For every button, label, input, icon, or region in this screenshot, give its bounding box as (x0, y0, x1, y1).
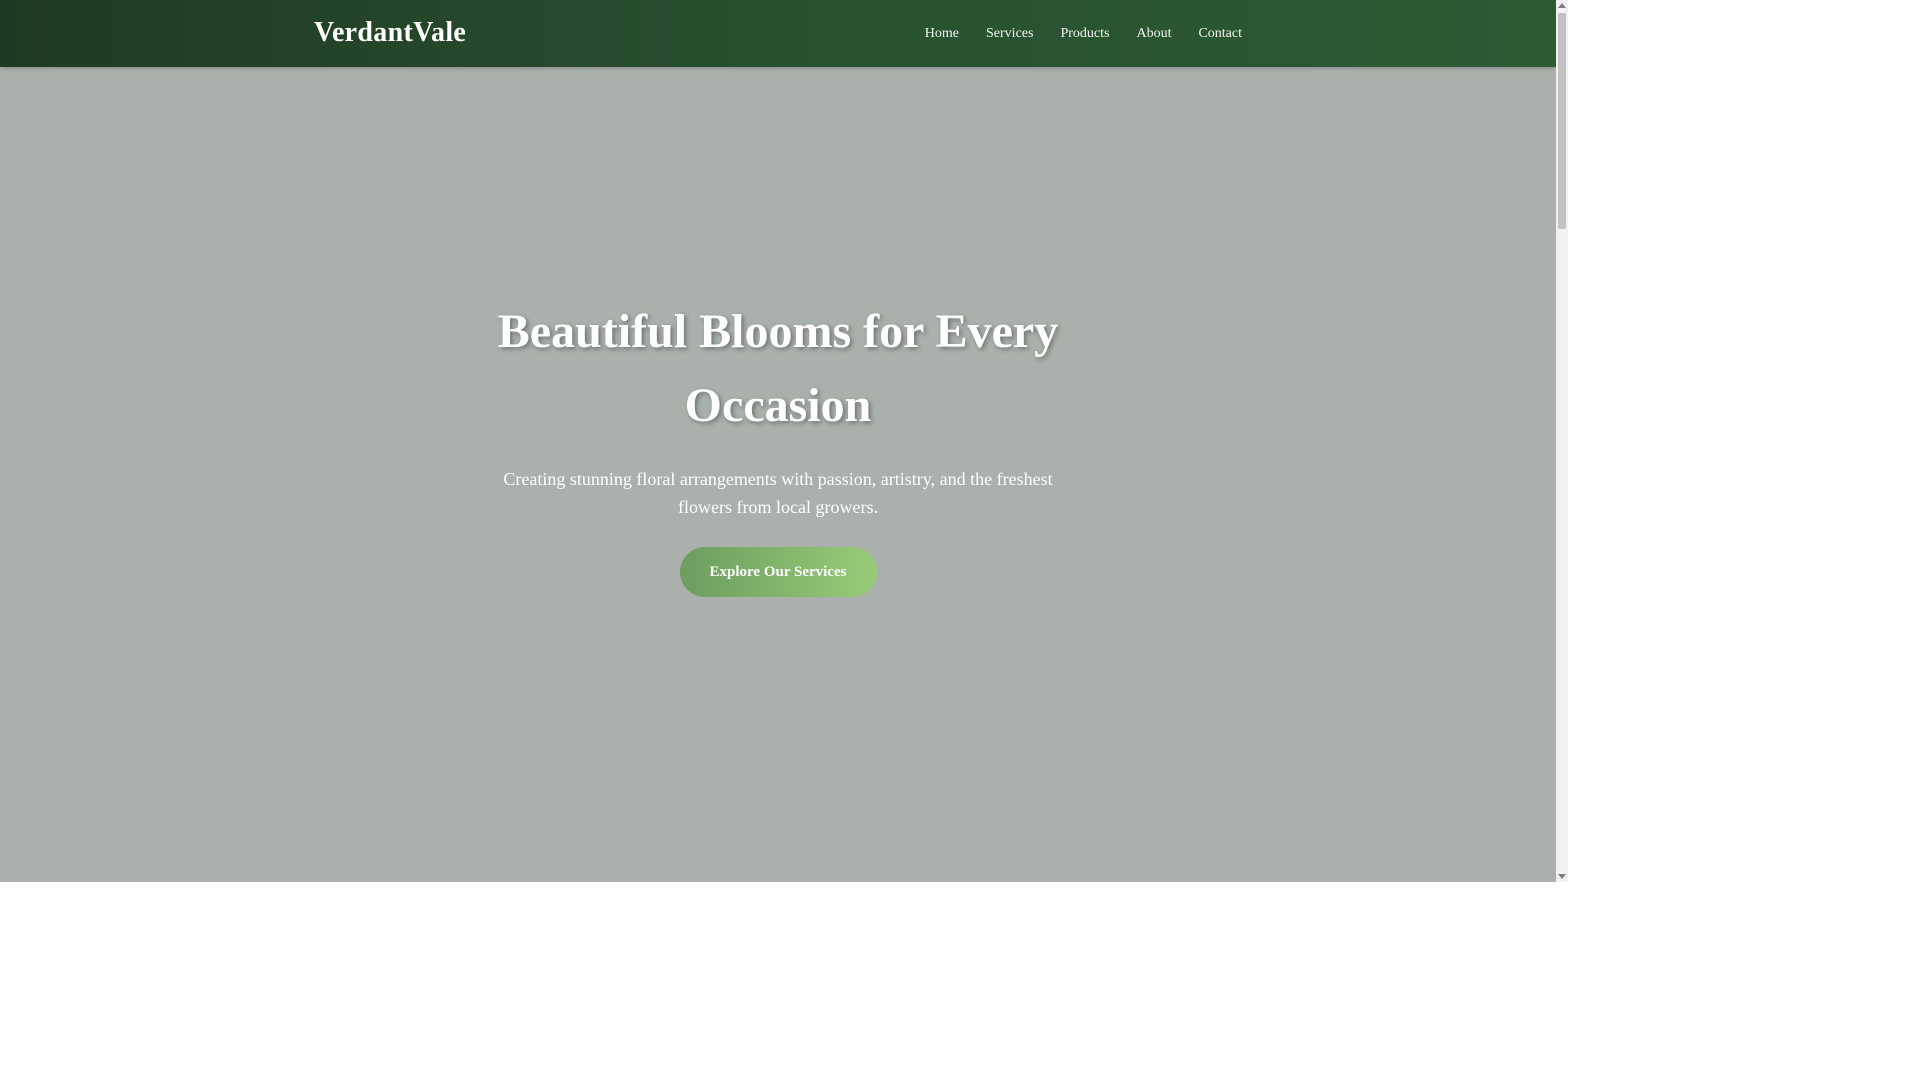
hero-section: Beautiful Blooms for Every Occasion Crea… (0, 67, 1556, 882)
top-navbar: VerdantVale Home Services Products About… (0, 0, 1556, 67)
brand-logo[interactable]: VerdantVale (314, 14, 466, 52)
scrollbar-thumb[interactable] (1558, 13, 1566, 229)
explore-services-button[interactable]: Explore Our Services (679, 547, 877, 597)
nav-link-services[interactable]: Services (986, 26, 1033, 42)
nav-link-about[interactable]: About (1136, 26, 1171, 42)
scroll-up-arrow-icon[interactable] (1558, 3, 1566, 8)
scroll-down-arrow-icon[interactable] (1558, 874, 1566, 879)
main-nav: Home Services Products About Contact (925, 0, 1242, 67)
page: VerdantVale Home Services Products About… (0, 0, 1568, 882)
vertical-scrollbar[interactable] (1556, 0, 1568, 882)
hero-title: Beautiful Blooms for Every Occasion (497, 305, 1059, 432)
nav-link-home[interactable]: Home (925, 26, 959, 42)
nav-link-contact[interactable]: Contact (1198, 26, 1242, 42)
nav-link-products[interactable]: Products (1060, 26, 1109, 42)
hero-subtitle: Creating stunning floral arrangements wi… (503, 469, 1053, 517)
hero-content: Beautiful Blooms for Every Occasion Crea… (478, 295, 1078, 597)
